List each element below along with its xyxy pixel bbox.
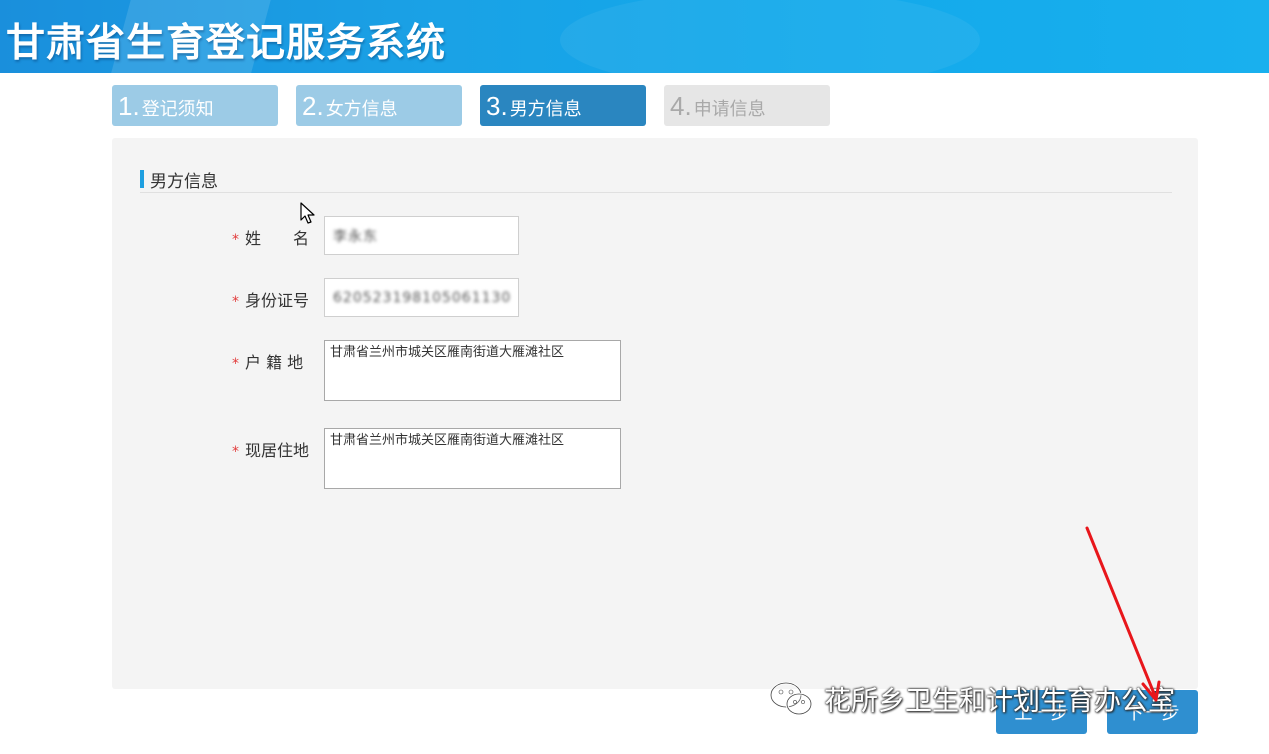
step-label: 申请信息: [693, 98, 766, 120]
residence-label-text: 现居住地: [245, 441, 310, 460]
household-textarea[interactable]: 甘肃省兰州市城关区雁南街道大雁滩社区: [324, 340, 621, 401]
step-3-male-info[interactable]: 3. 男方信息: [480, 85, 646, 126]
name-label-text: 姓 名: [245, 229, 310, 248]
household-label-text: 户 籍 地: [245, 353, 304, 372]
page: 甘肃省生育登记服务系统 1. 登记须知 2. 女方信息 3. 男方信息 4. 申…: [0, 0, 1269, 754]
system-title: 甘肃省生育登记服务系统: [6, 21, 447, 66]
id-number-label: * 身份证号: [232, 287, 309, 311]
residence-label: * 现居住地: [232, 437, 309, 461]
step-number: 2.: [302, 90, 324, 121]
required-mark: *: [232, 232, 239, 248]
name-input[interactable]: 李永东: [324, 216, 519, 255]
header-decoration: [560, 0, 980, 73]
mouse-cursor-icon: [300, 202, 315, 224]
name-label: * 姓 名: [232, 225, 309, 249]
step-number: 4.: [670, 90, 692, 121]
watermark-text: 花所乡卫生和计划生育办公室: [824, 685, 1175, 717]
step-1-registration-notice[interactable]: 1. 登记须知: [112, 85, 278, 126]
step-label: 女方信息: [325, 98, 398, 120]
form-panel: [112, 138, 1198, 689]
id-number-input[interactable]: 620523198105061130: [324, 278, 519, 317]
required-mark: *: [232, 356, 239, 372]
household-label: * 户 籍 地: [232, 349, 303, 373]
watermark: 花所乡卫生和计划生育办公室: [766, 678, 1175, 718]
name-value: 李永东: [333, 228, 378, 245]
step-2-female-info[interactable]: 2. 女方信息: [296, 85, 462, 126]
header-banner: 甘肃省生育登记服务系统: [0, 0, 1269, 73]
section-accent-bar: [140, 170, 144, 188]
required-mark: *: [232, 294, 239, 310]
step-label: 登记须知: [141, 98, 214, 120]
step-label: 男方信息: [509, 98, 582, 120]
section-divider: [140, 192, 1172, 193]
step-number: 1.: [118, 90, 140, 121]
residence-textarea[interactable]: 甘肃省兰州市城关区雁南街道大雁滩社区: [324, 428, 621, 489]
section-title: 男方信息: [150, 171, 218, 192]
step-4-application-info[interactable]: 4. 申请信息: [664, 85, 830, 126]
step-number: 3.: [486, 90, 508, 121]
required-mark: *: [232, 444, 239, 460]
id-number-label-text: 身份证号: [245, 291, 310, 310]
section-heading: 男方信息: [140, 168, 218, 192]
wechat-icon: [769, 681, 813, 716]
id-number-value: 620523198105061130: [333, 289, 512, 306]
